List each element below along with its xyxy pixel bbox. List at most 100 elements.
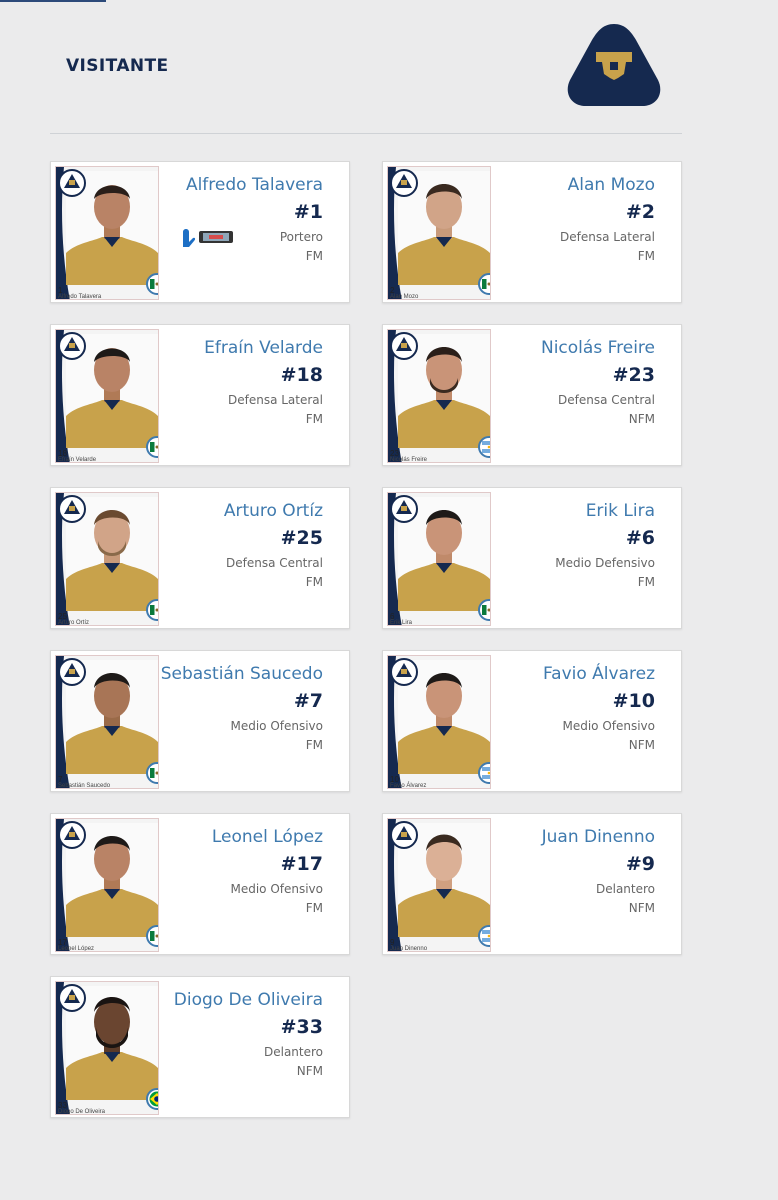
pumas-logo-icon — [567, 24, 661, 106]
player-info: Arturo Ortíz #25 Defensa Central FM — [143, 500, 323, 592]
sticker-name: Arturo Ortíz — [58, 620, 90, 626]
player-name: Favio Álvarez — [542, 664, 655, 684]
sticker-name: Diogo De Oliveira — [58, 1109, 106, 1115]
player-card[interactable]: 33 Diogo De Oliveira Diogo De Oliveira #… — [50, 976, 350, 1118]
player-info: Leonel López #17 Medio Ofensivo FM — [143, 826, 323, 918]
team-mini-logo-icon — [58, 821, 86, 849]
mexico-flag-icon — [146, 762, 158, 784]
team-mini-logo-icon — [390, 332, 418, 360]
player-position: Portero — [279, 230, 323, 244]
header-divider — [50, 133, 682, 134]
team-mini-logo-icon — [58, 169, 86, 197]
player-status: NFM — [296, 1064, 323, 1078]
player-status: FM — [305, 412, 323, 426]
player-position: Medio Ofensivo — [230, 882, 323, 896]
team-mini-logo-icon — [390, 821, 418, 849]
team-mini-logo-icon — [58, 495, 86, 523]
player-status: NFM — [628, 901, 655, 915]
player-info: Alfredo Talavera #1 Portero FM — [143, 174, 323, 266]
top-accent-bar — [0, 0, 106, 2]
player-name: Arturo Ortíz — [223, 501, 323, 521]
player-name: Diogo De Oliveira — [173, 990, 323, 1010]
player-number: #25 — [280, 527, 323, 549]
player-name: Alfredo Talavera — [185, 175, 323, 195]
mexico-flag-icon — [478, 273, 490, 295]
mexico-flag-icon — [146, 925, 158, 947]
team-mini-logo-icon — [390, 658, 418, 686]
player-position: Defensa Central — [558, 393, 655, 407]
player-card[interactable]: 10 Favio Álvarez Favio Álvarez #10 Medio… — [382, 650, 682, 792]
player-name: Juan Dinenno — [541, 827, 655, 847]
player-number: #23 — [612, 364, 655, 386]
player-info: Sebastián Saucedo #7 Medio Ofensivo FM — [143, 663, 323, 755]
sticker-name: Alfredo Talavera — [58, 294, 102, 300]
argentina-flag-icon — [478, 762, 490, 784]
team-mini-logo-icon — [58, 984, 86, 1012]
player-info: Alan Mozo #2 Defensa Lateral FM — [475, 174, 655, 266]
player-info: Efraín Velarde #18 Defensa Lateral FM — [143, 337, 323, 429]
sticker-name: Nicolás Freire — [390, 457, 428, 463]
player-number: #18 — [280, 364, 323, 386]
player-position: Defensa Lateral — [227, 393, 323, 407]
player-info: Diogo De Oliveira #33 Delantero NFM — [143, 989, 323, 1081]
team-mini-logo-icon — [58, 658, 86, 686]
sticker-name: Erik Lira — [390, 620, 413, 626]
player-number: #2 — [625, 201, 655, 223]
player-name: Nicolás Freire — [540, 338, 655, 358]
mexico-flag-icon — [146, 599, 158, 621]
sticker-name: Sebastián Saucedo — [58, 783, 111, 789]
player-position: Medio Ofensivo — [562, 719, 655, 733]
player-number: #10 — [612, 690, 655, 712]
team-mini-logo-icon — [390, 169, 418, 197]
player-position: Delantero — [595, 882, 655, 896]
player-card[interactable]: 18 Efraín Velarde Efraín Velarde #18 Def… — [50, 324, 350, 466]
player-card[interactable]: 7 Sebastián Saucedo Sebastián Saucedo #7… — [50, 650, 350, 792]
player-card[interactable]: 23 Nicolás Freire Nicolás Freire #23 Def… — [382, 324, 682, 466]
player-status: FM — [305, 249, 323, 263]
player-info: Favio Álvarez #10 Medio Ofensivo NFM — [475, 663, 655, 755]
player-number: #1 — [293, 201, 323, 223]
sticker-name: Juan Dinenno — [390, 946, 428, 952]
player-name: Sebastián Saucedo — [160, 664, 323, 684]
player-card[interactable]: 2 Alan Mozo Alan Mozo #2 Defensa Lateral… — [382, 161, 682, 303]
player-info: Nicolás Freire #23 Defensa Central NFM — [475, 337, 655, 429]
page-title: VISITANTE — [66, 56, 169, 76]
player-number: #33 — [280, 1016, 323, 1038]
player-position: Delantero — [263, 1045, 323, 1059]
argentina-flag-icon — [478, 436, 490, 458]
brazil-flag-icon — [146, 1088, 158, 1110]
team-mini-logo-icon — [58, 332, 86, 360]
mexico-flag-icon — [478, 599, 490, 621]
player-card[interactable]: 25 Arturo Ortíz Arturo Ortíz #25 Defensa… — [50, 487, 350, 629]
sticker-name: Alan Mozo — [390, 294, 419, 300]
player-position: Medio Ofensivo — [230, 719, 323, 733]
player-status: FM — [637, 249, 655, 263]
player-number: #17 — [280, 853, 323, 875]
player-card[interactable]: 1 Alfredo Talavera Alfredo Talavera #1 P… — [50, 161, 350, 303]
player-card[interactable]: 9 Juan Dinenno Juan Dinenno #9 Delantero… — [382, 813, 682, 955]
player-name: Leonel López — [211, 827, 323, 847]
player-status: FM — [305, 738, 323, 752]
player-name: Erik Lira — [585, 501, 655, 521]
sticker-name: Efraín Velarde — [58, 457, 97, 463]
player-number: #6 — [625, 527, 655, 549]
player-number: #7 — [293, 690, 323, 712]
player-info: Juan Dinenno #9 Delantero NFM — [475, 826, 655, 918]
player-position: Medio Defensivo — [555, 556, 655, 570]
player-position: Defensa Lateral — [559, 230, 655, 244]
mexico-flag-icon — [146, 436, 158, 458]
player-name: Alan Mozo — [567, 175, 655, 195]
player-number: #9 — [625, 853, 655, 875]
player-card[interactable]: 6 Erik Lira Erik Lira #6 Medio Defensivo… — [382, 487, 682, 629]
player-info: Erik Lira #6 Medio Defensivo FM — [475, 500, 655, 592]
player-position: Defensa Central — [226, 556, 323, 570]
player-status: FM — [305, 901, 323, 915]
player-card[interactable]: 17 Leonel López Leonel López #17 Medio O… — [50, 813, 350, 955]
team-mini-logo-icon — [390, 495, 418, 523]
player-status: FM — [305, 575, 323, 589]
player-status: NFM — [628, 412, 655, 426]
sticker-name: Leonel López — [58, 946, 95, 952]
player-status: FM — [637, 575, 655, 589]
player-name: Efraín Velarde — [204, 338, 323, 358]
sticker-name: Favio Álvarez — [390, 783, 427, 789]
